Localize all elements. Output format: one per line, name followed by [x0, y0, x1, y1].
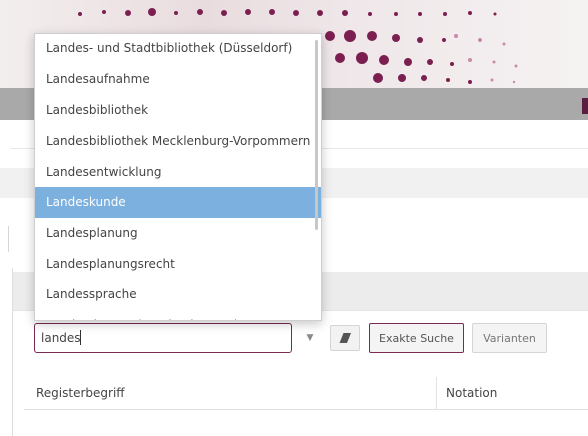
autocomplete-option-selected[interactable]: Landeskunde — [35, 187, 321, 218]
autocomplete-option[interactable]: Landesentwicklung — [35, 157, 321, 188]
autocomplete-dropdown[interactable]: Landes- und Stadtbibliothek (Düsseldorf)… — [34, 33, 322, 321]
results-table-header: Registerbegriff Notation — [24, 377, 588, 410]
autocomplete-option[interactable]: Landesbibliothek Mecklenburg-Vorpommern — [35, 126, 321, 157]
exact-search-button[interactable]: Exakte Suche — [369, 323, 464, 353]
column-header-registerbegriff[interactable]: Registerbegriff — [36, 377, 125, 409]
variants-button[interactable]: Varianten — [472, 323, 547, 353]
autocomplete-option[interactable]: Landes- und Stadtbibliothek (Düsseldorf) — [35, 34, 321, 64]
chevron-down-icon[interactable]: ▼ — [300, 326, 320, 350]
divider-vertical — [8, 226, 9, 252]
register-search-input[interactable] — [34, 323, 292, 353]
autocomplete-scrollbar[interactable] — [315, 40, 318, 230]
autocomplete-option[interactable]: Landesbibliothek — [35, 95, 321, 126]
autocomplete-option[interactable]: Landesaufnahme — [35, 64, 321, 95]
autocomplete-option[interactable]: Landessprache — [35, 279, 321, 310]
column-header-notation[interactable]: Notation — [446, 377, 497, 409]
column-separator — [436, 377, 437, 409]
text-cursor — [80, 330, 81, 345]
autocomplete-option[interactable]: Landesplanung — [35, 218, 321, 249]
autocomplete-option[interactable]: Landestheater (Sondershausen) — [35, 310, 321, 320]
autocomplete-option[interactable]: Landesplanungsrecht — [35, 249, 321, 280]
navbar-accent-tab[interactable] — [582, 98, 588, 114]
eraser-icon — [338, 332, 351, 344]
clear-search-button[interactable] — [330, 325, 360, 351]
